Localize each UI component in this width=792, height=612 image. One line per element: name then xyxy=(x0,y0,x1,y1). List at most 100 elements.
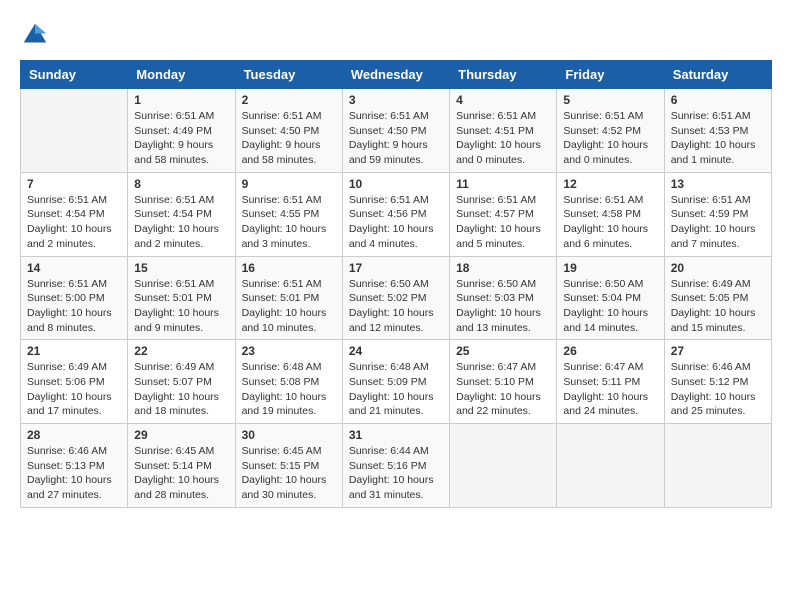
day-number: 30 xyxy=(242,428,336,442)
day-number: 5 xyxy=(563,93,657,107)
day-info: Sunrise: 6:51 AMSunset: 4:52 PMDaylight:… xyxy=(563,109,657,168)
day-number: 23 xyxy=(242,344,336,358)
calendar-cell: 25 Sunrise: 6:47 AMSunset: 5:10 PMDayligh… xyxy=(450,340,557,424)
day-info: Sunrise: 6:49 AMSunset: 5:07 PMDaylight:… xyxy=(134,360,228,419)
calendar-week-row: 14 Sunrise: 6:51 AMSunset: 5:00 PMDayligh… xyxy=(21,256,772,340)
day-number: 19 xyxy=(563,261,657,275)
calendar-cell: 1 Sunrise: 6:51 AMSunset: 4:49 PMDaylight… xyxy=(128,89,235,173)
calendar-cell: 20Sunrise: 6:49 AMSunset: 5:05 PMDayligh… xyxy=(664,256,771,340)
day-number: 17 xyxy=(349,261,443,275)
calendar-cell: 24 Sunrise: 6:48 AMSunset: 5:09 PMDayligh… xyxy=(342,340,449,424)
day-number: 27 xyxy=(671,344,765,358)
calendar-cell xyxy=(557,424,664,508)
day-info: Sunrise: 6:51 AMSunset: 4:58 PMDaylight:… xyxy=(563,193,657,252)
day-number: 2 xyxy=(242,93,336,107)
day-header-tuesday: Tuesday xyxy=(235,61,342,89)
day-info: Sunrise: 6:51 AMSunset: 5:01 PMDaylight:… xyxy=(242,277,336,336)
day-number: 29 xyxy=(134,428,228,442)
day-info: Sunrise: 6:50 AMSunset: 5:02 PMDaylight:… xyxy=(349,277,443,336)
day-info: Sunrise: 6:48 AMSunset: 5:09 PMDaylight:… xyxy=(349,360,443,419)
day-number: 4 xyxy=(456,93,550,107)
calendar-cell: 11 Sunrise: 6:51 AMSunset: 4:57 PMDayligh… xyxy=(450,172,557,256)
day-number: 16 xyxy=(242,261,336,275)
day-info: Sunrise: 6:51 AMSunset: 4:51 PMDaylight:… xyxy=(456,109,550,168)
day-info: Sunrise: 6:51 AMSunset: 4:56 PMDaylight:… xyxy=(349,193,443,252)
day-info: Sunrise: 6:46 AMSunset: 5:13 PMDaylight:… xyxy=(27,444,121,503)
day-info: Sunrise: 6:51 AMSunset: 4:54 PMDaylight:… xyxy=(134,193,228,252)
day-info: Sunrise: 6:44 AMSunset: 5:16 PMDaylight:… xyxy=(349,444,443,503)
day-info: Sunrise: 6:51 AMSunset: 4:53 PMDaylight:… xyxy=(671,109,765,168)
calendar-cell: 19Sunrise: 6:50 AMSunset: 5:04 PMDayligh… xyxy=(557,256,664,340)
day-number: 25 xyxy=(456,344,550,358)
calendar-table: SundayMondayTuesdayWednesdayThursdayFrid… xyxy=(20,60,772,508)
day-number: 12 xyxy=(563,177,657,191)
calendar-cell: 31 Sunrise: 6:44 AMSunset: 5:16 PMDayligh… xyxy=(342,424,449,508)
calendar-cell: 9 Sunrise: 6:51 AMSunset: 4:55 PMDaylight… xyxy=(235,172,342,256)
day-header-wednesday: Wednesday xyxy=(342,61,449,89)
calendar-cell: 16 Sunrise: 6:51 AMSunset: 5:01 PMDayligh… xyxy=(235,256,342,340)
day-number: 10 xyxy=(349,177,443,191)
calendar-cell: 30 Sunrise: 6:45 AMSunset: 5:15 PMDayligh… xyxy=(235,424,342,508)
calendar-cell: 3 Sunrise: 6:51 AMSunset: 4:50 PMDaylight… xyxy=(342,89,449,173)
calendar-cell: 21 Sunrise: 6:49 AMSunset: 5:06 PMDayligh… xyxy=(21,340,128,424)
day-number: 11 xyxy=(456,177,550,191)
calendar-week-row: 1 Sunrise: 6:51 AMSunset: 4:49 PMDaylight… xyxy=(21,89,772,173)
day-number: 9 xyxy=(242,177,336,191)
day-number: 3 xyxy=(349,93,443,107)
day-header-thursday: Thursday xyxy=(450,61,557,89)
calendar-cell xyxy=(450,424,557,508)
day-number: 31 xyxy=(349,428,443,442)
page-header xyxy=(20,20,772,50)
day-info: Sunrise: 6:51 AMSunset: 5:00 PMDaylight:… xyxy=(27,277,121,336)
day-number: 22 xyxy=(134,344,228,358)
calendar-cell: 4 Sunrise: 6:51 AMSunset: 4:51 PMDaylight… xyxy=(450,89,557,173)
calendar-cell: 18 Sunrise: 6:50 AMSunset: 5:03 PMDayligh… xyxy=(450,256,557,340)
calendar-cell: 28 Sunrise: 6:46 AMSunset: 5:13 PMDayligh… xyxy=(21,424,128,508)
calendar-cell xyxy=(664,424,771,508)
day-header-friday: Friday xyxy=(557,61,664,89)
calendar-week-row: 7 Sunrise: 6:51 AMSunset: 4:54 PMDaylight… xyxy=(21,172,772,256)
day-info: Sunrise: 6:51 AMSunset: 5:01 PMDaylight:… xyxy=(134,277,228,336)
calendar-cell: 12 Sunrise: 6:51 AMSunset: 4:58 PMDayligh… xyxy=(557,172,664,256)
day-info: Sunrise: 6:49 AMSunset: 5:06 PMDaylight:… xyxy=(27,360,121,419)
day-info: Sunrise: 6:51 AMSunset: 4:49 PMDaylight:… xyxy=(134,109,228,168)
day-info: Sunrise: 6:45 AMSunset: 5:14 PMDaylight:… xyxy=(134,444,228,503)
day-info: Sunrise: 6:51 AMSunset: 4:57 PMDaylight:… xyxy=(456,193,550,252)
day-number: 1 xyxy=(134,93,228,107)
calendar-cell: 23 Sunrise: 6:48 AMSunset: 5:08 PMDayligh… xyxy=(235,340,342,424)
calendar-cell: 15 Sunrise: 6:51 AMSunset: 5:01 PMDayligh… xyxy=(128,256,235,340)
day-info: Sunrise: 6:51 AMSunset: 4:50 PMDaylight:… xyxy=(349,109,443,168)
day-info: Sunrise: 6:46 AMSunset: 5:12 PMDaylight:… xyxy=(671,360,765,419)
day-info: Sunrise: 6:50 AMSunset: 5:03 PMDaylight:… xyxy=(456,277,550,336)
day-number: 14 xyxy=(27,261,121,275)
calendar-cell: 29 Sunrise: 6:45 AMSunset: 5:14 PMDayligh… xyxy=(128,424,235,508)
calendar-header-row: SundayMondayTuesdayWednesdayThursdayFrid… xyxy=(21,61,772,89)
day-number: 13 xyxy=(671,177,765,191)
day-info: Sunrise: 6:51 AMSunset: 4:55 PMDaylight:… xyxy=(242,193,336,252)
day-number: 28 xyxy=(27,428,121,442)
day-info: Sunrise: 6:47 AMSunset: 5:10 PMDaylight:… xyxy=(456,360,550,419)
day-number: 24 xyxy=(349,344,443,358)
day-info: Sunrise: 6:48 AMSunset: 5:08 PMDaylight:… xyxy=(242,360,336,419)
day-header-monday: Monday xyxy=(128,61,235,89)
day-number: 7 xyxy=(27,177,121,191)
calendar-cell: 17 Sunrise: 6:50 AMSunset: 5:02 PMDayligh… xyxy=(342,256,449,340)
day-info: Sunrise: 6:51 AMSunset: 4:59 PMDaylight:… xyxy=(671,193,765,252)
calendar-week-row: 21 Sunrise: 6:49 AMSunset: 5:06 PMDayligh… xyxy=(21,340,772,424)
day-info: Sunrise: 6:51 AMSunset: 4:50 PMDaylight:… xyxy=(242,109,336,168)
calendar-cell: 26Sunrise: 6:47 AMSunset: 5:11 PMDayligh… xyxy=(557,340,664,424)
day-info: Sunrise: 6:45 AMSunset: 5:15 PMDaylight:… xyxy=(242,444,336,503)
calendar-cell: 13 Sunrise: 6:51 AMSunset: 4:59 PMDayligh… xyxy=(664,172,771,256)
day-number: 8 xyxy=(134,177,228,191)
day-number: 6 xyxy=(671,93,765,107)
day-info: Sunrise: 6:47 AMSunset: 5:11 PMDaylight:… xyxy=(563,360,657,419)
calendar-cell: 22 Sunrise: 6:49 AMSunset: 5:07 PMDayligh… xyxy=(128,340,235,424)
calendar-week-row: 28 Sunrise: 6:46 AMSunset: 5:13 PMDayligh… xyxy=(21,424,772,508)
day-number: 18 xyxy=(456,261,550,275)
calendar-cell: 14 Sunrise: 6:51 AMSunset: 5:00 PMDayligh… xyxy=(21,256,128,340)
day-number: 15 xyxy=(134,261,228,275)
day-number: 21 xyxy=(27,344,121,358)
day-header-sunday: Sunday xyxy=(21,61,128,89)
calendar-cell: 6 Sunrise: 6:51 AMSunset: 4:53 PMDaylight… xyxy=(664,89,771,173)
day-header-saturday: Saturday xyxy=(664,61,771,89)
